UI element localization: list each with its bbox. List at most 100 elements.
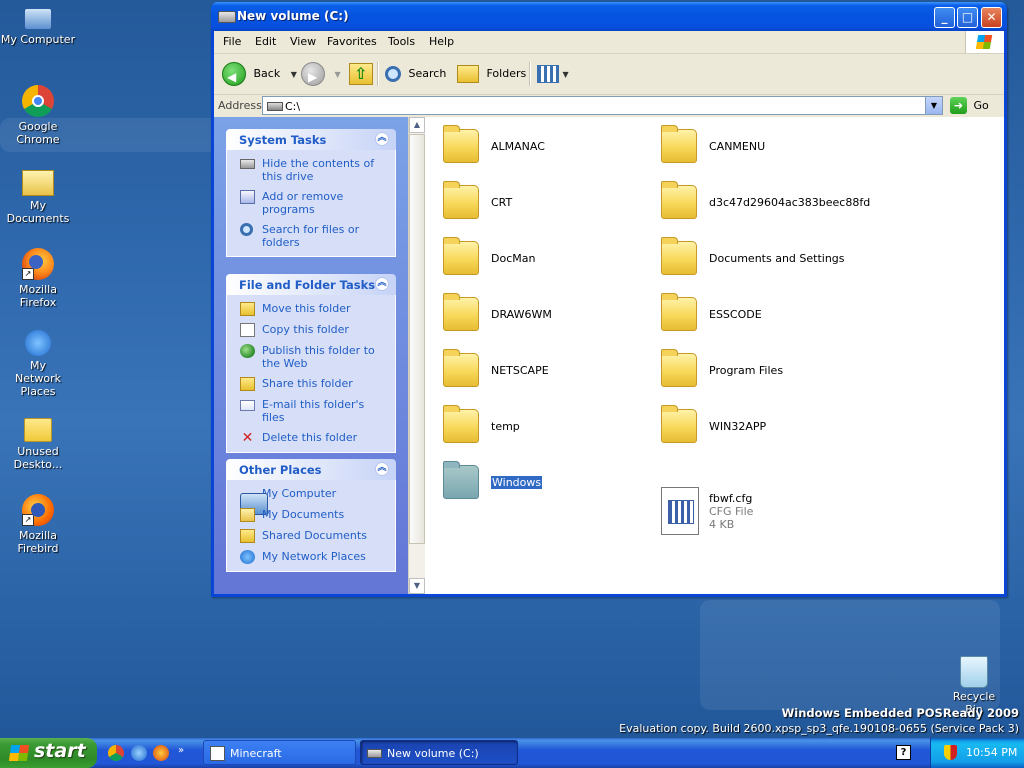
place-my-network-places[interactable]: My Network Places — [238, 550, 387, 564]
forward-button[interactable]: ▼ — [301, 62, 341, 89]
taskbar-button-new-volume[interactable]: New volume (C:) — [360, 740, 518, 765]
desktop-icon-label: Mozilla Firefox — [19, 283, 57, 309]
back-arrow-icon — [222, 62, 246, 89]
folder-item[interactable]: DocMan — [435, 237, 635, 283]
folders-label: Folders — [486, 67, 527, 80]
folder-icon — [661, 125, 697, 163]
chevron-down-icon[interactable]: ▼ — [925, 97, 942, 114]
desktop-icon-network-places[interactable]: My Network Places — [0, 330, 76, 398]
chevron-down-icon[interactable]: ▼ — [335, 70, 341, 79]
chevron-down-icon[interactable]: ▼ — [291, 70, 297, 79]
internet-explorer-icon[interactable] — [131, 745, 147, 761]
back-button[interactable]: Back ▼ — [222, 62, 297, 89]
task-label: Search for files or folders — [262, 223, 360, 249]
folder-icon — [661, 349, 697, 387]
desktop-icon-unused-desktop[interactable]: Unused Deskto... — [0, 410, 76, 471]
folder-item[interactable]: Program Files — [653, 349, 853, 395]
search-button[interactable]: Search — [385, 62, 446, 86]
desktop-icon-mozilla-firefox[interactable]: ↗ Mozilla Firefox — [0, 248, 76, 309]
menu-favorites[interactable]: Favorites — [327, 35, 377, 48]
address-input[interactable]: C:\ ▼ — [262, 96, 943, 115]
task-hide-drive-contents[interactable]: Hide the contents of this drive — [238, 157, 387, 183]
close-button[interactable]: ✕ — [981, 7, 1002, 28]
globe-icon — [240, 344, 255, 358]
system-tasks-header[interactable]: System Tasks ︽ — [226, 129, 396, 150]
go-button[interactable]: ➜ Go — [950, 97, 989, 115]
task-label: New volume (C:) — [387, 747, 479, 760]
menu-edit[interactable]: Edit — [255, 35, 276, 48]
task-email-files[interactable]: E-mail this folder's files — [238, 398, 387, 424]
place-my-documents[interactable]: My Documents — [238, 508, 387, 522]
place-shared-documents[interactable]: Shared Documents — [238, 529, 387, 543]
folder-item[interactable]: WIN32APP — [653, 405, 853, 451]
scroll-down-icon[interactable]: ▼ — [409, 578, 425, 594]
folder-icon — [661, 405, 697, 443]
scrollbar-thumb[interactable] — [409, 134, 425, 544]
task-publish-web[interactable]: Publish this folder to the Web — [238, 344, 387, 370]
views-button[interactable]: ▼ — [537, 62, 569, 86]
desktop-icon-my-computer[interactable]: My Computer — [0, 2, 76, 46]
folder-icon — [661, 237, 697, 275]
folder-item[interactable]: CANMENU — [653, 125, 853, 171]
chrome-icon[interactable] — [108, 745, 124, 761]
menu-help[interactable]: Help — [429, 35, 454, 48]
minimize-button[interactable]: _ — [934, 7, 955, 28]
folder-item-selected[interactable]: Windows — [435, 461, 635, 507]
collapse-chevron-icon[interactable]: ︽ — [375, 132, 389, 146]
file-item[interactable]: fbwf.cfg CFG File 4 KB — [653, 487, 853, 539]
search-label: Search — [408, 67, 447, 80]
task-delete-folder[interactable]: ✕ Delete this folder — [238, 431, 387, 445]
desktop-icon-my-documents[interactable]: My Documents — [0, 164, 76, 225]
task-search-files[interactable]: Search for files or folders — [238, 223, 387, 249]
folder-item[interactable]: ESSCODE — [653, 293, 853, 339]
folder-item[interactable]: temp — [435, 405, 635, 451]
security-shield-icon[interactable] — [944, 745, 957, 760]
task-pane-scrollbar[interactable]: ▲ ▼ — [408, 117, 425, 594]
other-places-header[interactable]: Other Places ︽ — [226, 459, 396, 480]
folder-item[interactable]: Documents and Settings — [653, 237, 893, 283]
folder-icon — [443, 461, 479, 499]
item-name: Windows — [491, 476, 543, 489]
start-button[interactable]: start — [0, 738, 97, 768]
shortcut-arrow-icon: ↗ — [22, 268, 34, 280]
taskbar-button-minecraft[interactable]: Minecraft — [203, 740, 356, 765]
window-titlebar[interactable]: New volume (C:) _ □ ✕ — [211, 2, 1007, 31]
task-move-folder[interactable]: Move this folder — [238, 302, 387, 316]
item-name: fbwf.cfg — [709, 492, 753, 505]
folders-button[interactable]: Folders — [457, 62, 526, 86]
item-name: CRT — [491, 196, 513, 209]
start-label: start — [34, 740, 86, 762]
desktop-icon-google-chrome[interactable]: Google Chrome — [0, 85, 76, 146]
clock[interactable]: 10:54 PM — [966, 746, 1017, 759]
firefox-icon[interactable] — [153, 745, 169, 761]
system-tasks-panel: System Tasks ︽ Hide the contents of this… — [226, 129, 396, 257]
task-add-remove-programs[interactable]: Add or remove programs — [238, 190, 387, 216]
task-copy-folder[interactable]: Copy this folder — [238, 323, 387, 337]
quick-launch-expand-icon[interactable]: » — [178, 745, 184, 756]
menu-tools[interactable]: Tools — [388, 35, 415, 48]
task-share-folder[interactable]: Share this folder — [238, 377, 387, 391]
folder-item[interactable]: ALMANAC — [435, 125, 635, 171]
menu-view[interactable]: View — [290, 35, 316, 48]
place-label: My Network Places — [262, 550, 366, 563]
up-folder-button[interactable] — [349, 62, 373, 86]
menu-file[interactable]: File — [223, 35, 241, 48]
folder-icon — [443, 237, 479, 275]
maximize-button[interactable]: □ — [957, 7, 978, 28]
help-icon[interactable]: ? — [896, 745, 911, 760]
scroll-up-icon[interactable]: ▲ — [409, 117, 425, 133]
collapse-chevron-icon[interactable]: ︽ — [375, 277, 389, 291]
folder-item[interactable]: d3c47d29604ac383beec88fd — [653, 181, 913, 227]
folder-item[interactable]: NETSCAPE — [435, 349, 635, 395]
folder-item[interactable]: DRAW6WM — [435, 293, 635, 339]
item-type: CFG File — [709, 505, 754, 518]
shared-documents-icon — [240, 529, 255, 543]
folder-icon — [24, 418, 52, 442]
file-folder-tasks-header[interactable]: File and Folder Tasks ︽ — [226, 274, 396, 295]
collapse-chevron-icon[interactable]: ︽ — [375, 462, 389, 476]
folder-item[interactable]: CRT — [435, 181, 635, 227]
item-name: DRAW6WM — [491, 308, 552, 321]
toolbar-separator — [529, 62, 531, 86]
desktop-icon-mozilla-firebird[interactable]: ↗ Mozilla Firebird — [0, 494, 76, 555]
place-my-computer[interactable]: My Computer — [238, 487, 387, 515]
